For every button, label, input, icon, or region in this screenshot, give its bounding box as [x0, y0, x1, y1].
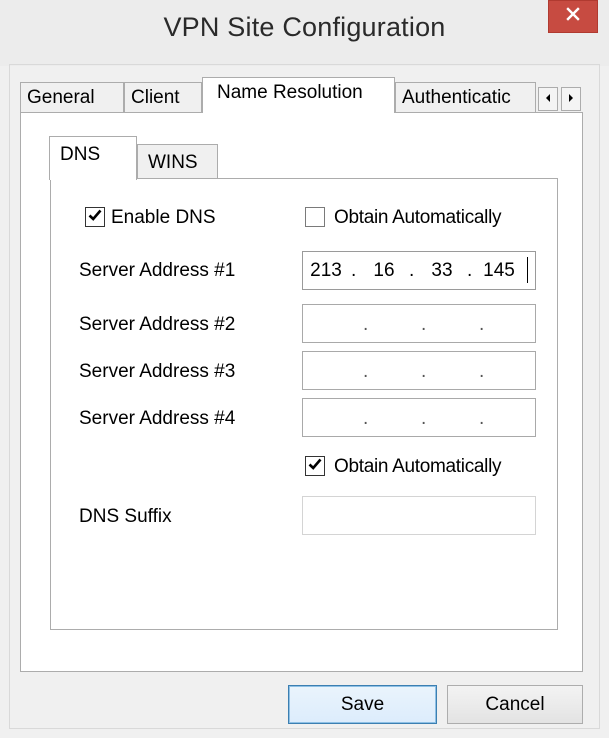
ip-separator: . [363, 361, 369, 382]
tab-label: Client [131, 87, 180, 108]
server-address-4-label: Server Address #4 [79, 408, 236, 429]
text-caret [527, 257, 528, 283]
server-address-1-label: Server Address #1 [79, 260, 236, 281]
ip-separator: . [479, 314, 485, 335]
tab-label: General [27, 87, 95, 108]
obtain-automatically-dns-checkbox[interactable] [305, 207, 325, 227]
server-address-2-input[interactable]: . . . [302, 304, 536, 343]
cancel-button-label: Cancel [485, 694, 545, 715]
arrow-left-icon [544, 90, 552, 108]
ip-octet: 213 [310, 260, 342, 281]
dns-suffix-label: DNS Suffix [79, 506, 172, 527]
checkmark-icon [307, 456, 323, 477]
tab-scroll-right-button[interactable] [561, 87, 581, 111]
save-button[interactable]: Save [288, 685, 437, 724]
tab-client[interactable]: Client [124, 82, 202, 112]
close-icon [566, 7, 580, 26]
ip-separator: . [409, 260, 415, 281]
ip-separator: . [351, 260, 357, 281]
title-bar[interactable]: VPN Site Configuration [0, 0, 609, 66]
ip-separator: . [421, 361, 427, 382]
ip-separator: . [479, 408, 485, 429]
tab-general[interactable]: General [20, 82, 124, 112]
tab-scroll-left-button[interactable] [538, 87, 558, 111]
dns-suffix-input[interactable] [302, 496, 536, 535]
server-address-2-label: Server Address #2 [79, 314, 236, 335]
ip-separator: . [421, 314, 427, 335]
ip-octet: 33 [431, 260, 453, 281]
ip-octet: 145 [483, 260, 515, 281]
tab-label: WINS [148, 152, 198, 173]
server-address-3-label: Server Address #3 [79, 361, 236, 382]
ip-separator: . [421, 408, 427, 429]
arrow-right-icon [567, 90, 575, 108]
window-title: VPN Site Configuration [163, 12, 446, 42]
vpn-site-configuration-dialog: VPN Site Configuration General Client Na… [0, 0, 609, 738]
server-address-1-input[interactable]: 213 . 16 . 33 . 145 [302, 251, 536, 290]
tab-authentication[interactable]: Authenticatic [395, 82, 536, 112]
tab-label: Name Resolution [217, 82, 363, 103]
obtain-automatically-dns-label: Obtain Automatically [334, 207, 502, 228]
ip-separator: . [363, 314, 369, 335]
checkmark-icon [87, 207, 103, 228]
obtain-automatically-suffix-checkbox[interactable] [305, 456, 325, 476]
ip-octet: 16 [373, 260, 395, 281]
ip-separator: . [467, 260, 473, 281]
ip-separator: . [363, 408, 369, 429]
tab-label: Authenticatic [402, 87, 511, 108]
tab-name-resolution[interactable]: Name Resolution [202, 77, 395, 113]
close-button[interactable] [548, 0, 598, 33]
tab-dns[interactable]: DNS [49, 136, 137, 180]
tab-wins[interactable]: WINS [137, 144, 218, 180]
server-address-4-input[interactable]: . . . [302, 398, 536, 437]
save-button-label: Save [340, 694, 385, 715]
enable-dns-label: Enable DNS [111, 207, 216, 228]
enable-dns-checkbox[interactable] [85, 207, 105, 227]
ip-separator: . [479, 361, 485, 382]
tab-label: DNS [60, 144, 101, 165]
server-address-3-input[interactable]: . . . [302, 351, 536, 390]
obtain-automatically-suffix-label: Obtain Automatically [334, 456, 502, 477]
cancel-button[interactable]: Cancel [447, 685, 583, 724]
